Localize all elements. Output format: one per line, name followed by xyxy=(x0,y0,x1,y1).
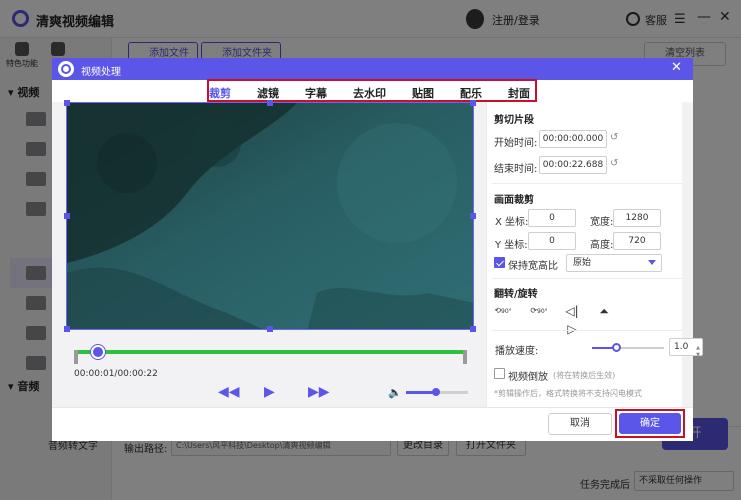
video-frame-image xyxy=(67,103,473,329)
end-time-input[interactable]: 00:00:22.688 xyxy=(539,156,607,174)
divider xyxy=(492,278,682,279)
crop-handle[interactable] xyxy=(470,100,476,106)
volume-icon[interactable]: 🔈 xyxy=(388,386,402,399)
start-time-input[interactable]: 00:00:00.000 xyxy=(539,130,607,148)
crop-section-heading: 画面裁剪 xyxy=(494,195,534,206)
width-label: 宽度: xyxy=(590,217,614,228)
crop-handle[interactable] xyxy=(64,326,70,332)
rotate-right-icon[interactable]: ⟳90° xyxy=(530,302,548,320)
aspect-ratio-select[interactable]: 原始 xyxy=(566,254,662,272)
fast-forward-icon[interactable]: ▶▶ xyxy=(308,384,330,400)
rotate-left-icon[interactable]: ⟲90° xyxy=(494,302,512,320)
reverse-video-checkbox[interactable] xyxy=(494,368,505,379)
trim-end-handle[interactable] xyxy=(463,350,467,364)
crop-handle[interactable] xyxy=(267,326,273,332)
edit-tabs: 裁剪 滤镜 字幕 去水印 贴图 配乐 封面 xyxy=(207,79,537,102)
keep-ratio-checkbox[interactable] xyxy=(494,257,505,268)
video-preview[interactable] xyxy=(66,102,474,330)
dialog-header: 视频处理 ✕ xyxy=(52,58,693,80)
width-input[interactable]: 1280 xyxy=(613,209,661,227)
stepper-down-icon[interactable]: ▼ xyxy=(696,347,700,363)
trim-start-handle[interactable] xyxy=(74,350,78,364)
height-input[interactable]: 720 xyxy=(613,232,661,250)
chevron-down-icon xyxy=(648,260,656,265)
reverse-video-label: 视频倒放 xyxy=(508,372,548,383)
y-coordinate-input[interactable]: 0 xyxy=(528,232,576,250)
tab-sticker[interactable]: 贴图 xyxy=(412,85,434,101)
flip-rotate-heading: 翻转/旋转 xyxy=(494,289,538,300)
tab-watermark[interactable]: 去水印 xyxy=(353,85,386,101)
dialog-logo-icon xyxy=(58,61,74,77)
confirm-button-highlight: 确定 xyxy=(615,409,685,438)
end-time-reset-icon[interactable]: ↺ xyxy=(610,158,618,169)
start-time-label: 开始时间: xyxy=(494,138,538,149)
keep-ratio-label: 保持宽高比 xyxy=(508,261,558,272)
flip-vertical-icon[interactable]: ⏶ xyxy=(595,302,613,320)
y-coordinate-label: Y 坐标: xyxy=(495,240,528,251)
flip-horizontal-icon[interactable]: ◁|▷ xyxy=(563,302,581,336)
divider xyxy=(492,330,682,331)
aspect-ratio-value: 原始 xyxy=(573,258,592,268)
playback-time: 00:00:01/00:00:22 xyxy=(74,369,158,379)
tab-crop[interactable]: 裁剪 xyxy=(209,85,231,101)
divider xyxy=(492,183,682,184)
x-coordinate-input[interactable]: 0 xyxy=(528,209,576,227)
timeline-selection xyxy=(76,350,464,354)
tab-subtitle[interactable]: 字幕 xyxy=(305,85,327,101)
reverse-video-hint: (将在转换后生效) xyxy=(553,371,616,380)
crop-handle[interactable] xyxy=(267,100,273,106)
crop-handle[interactable] xyxy=(470,213,476,219)
end-time-label: 结束时间: xyxy=(494,164,538,175)
tab-filter[interactable]: 滤镜 xyxy=(257,85,279,101)
dialog-title: 视频处理 xyxy=(81,67,121,78)
video-processing-dialog: 视频处理 ✕ 裁剪 滤镜 字幕 去水印 贴图 配乐 封面 00:00:01/00… xyxy=(52,58,703,441)
close-icon[interactable]: ✕ xyxy=(671,61,682,75)
volume-slider-knob[interactable] xyxy=(431,388,440,396)
confirm-button[interactable]: 确定 xyxy=(619,413,681,434)
cancel-button[interactable]: 取消 xyxy=(548,413,612,435)
height-label: 高度: xyxy=(590,240,614,251)
tab-cover[interactable]: 封面 xyxy=(508,85,530,101)
crop-handle[interactable] xyxy=(64,100,70,106)
speed-label: 播放速度: xyxy=(495,346,539,357)
start-time-reset-icon[interactable]: ↺ xyxy=(610,132,618,143)
x-coordinate-label: X 坐标: xyxy=(495,217,529,228)
rewind-icon[interactable]: ◀◀ xyxy=(218,384,240,400)
lightning-mode-note: *剪辑操作后，格式转换将不支持闪电模式 xyxy=(494,389,642,398)
tab-music[interactable]: 配乐 xyxy=(460,85,482,101)
crop-handle[interactable] xyxy=(470,326,476,332)
speed-stepper[interactable]: 1.0 ▲ ▼ xyxy=(669,338,703,358)
clip-section-heading: 剪切片段 xyxy=(494,115,534,126)
speed-value: 1.0 xyxy=(674,342,689,352)
crop-handle[interactable] xyxy=(64,213,70,219)
play-icon[interactable]: ▶ xyxy=(264,384,275,400)
